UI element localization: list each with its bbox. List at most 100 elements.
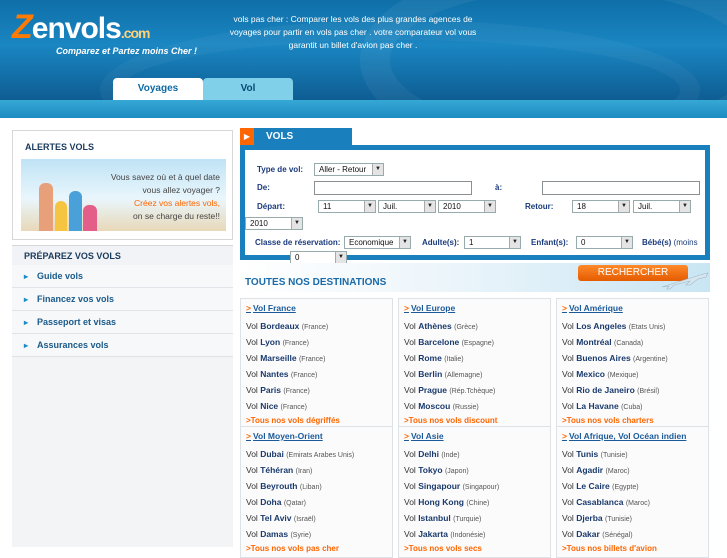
destination-link[interactable]: Vol Le Caire (Egypte): [562, 479, 704, 495]
chevron-down-icon: ▼: [424, 201, 435, 212]
destination-link[interactable]: Vol Tel Aviv (Israël): [246, 511, 388, 527]
destination-link[interactable]: Vol Tokyo (Japon): [404, 463, 546, 479]
from-label: De:: [257, 183, 270, 192]
class-label: Classe de réservation:: [255, 238, 341, 247]
sidebar-filler: [12, 357, 233, 547]
card-more-link[interactable]: >Tous nos vols pas cher: [246, 544, 388, 553]
card-title-link[interactable]: > Vol France: [246, 303, 388, 313]
vols-header-label: VOLS: [254, 128, 352, 145]
chevron-down-icon: ▼: [372, 164, 383, 175]
row-city: Bordeaux: [260, 321, 300, 331]
destination-link[interactable]: Vol Djerba (Tunisie): [562, 511, 704, 527]
destination-link[interactable]: Vol Lyon (France): [246, 335, 388, 351]
destination-link[interactable]: Vol Barcelone (Espagne): [404, 335, 546, 351]
to-input[interactable]: [542, 181, 700, 195]
destination-link[interactable]: Vol Delhi (Inde): [404, 447, 546, 463]
card-more-link[interactable]: >Tous nos vols charters: [562, 416, 704, 425]
destination-link[interactable]: Vol Montréal (Canada): [562, 335, 704, 351]
destination-link[interactable]: Vol Rome (Italie): [404, 351, 546, 367]
card-title-link[interactable]: > Vol Amérique: [562, 303, 704, 313]
row-country: (Maroc): [625, 500, 650, 507]
destination-link[interactable]: Vol Nice (France): [246, 399, 388, 415]
destination-link[interactable]: Vol Casablanca (Maroc): [562, 495, 704, 511]
children-select[interactable]: 0 ▼: [576, 236, 633, 249]
destination-link[interactable]: Vol Rio de Janeiro (Brésil): [562, 383, 704, 399]
destination-link[interactable]: Vol Moscou (Russie): [404, 399, 546, 415]
trip-type-select[interactable]: Aller - Retour ▼: [314, 163, 384, 176]
flight-search-form: Type de vol: Aller - Retour ▼ De: à: Dépa…: [240, 145, 710, 264]
return-day-select[interactable]: 18 ▼: [572, 200, 630, 213]
return-year-select[interactable]: 2010 ▼: [245, 217, 303, 230]
card-title-link[interactable]: > Vol Europe: [404, 303, 546, 313]
chevron-down-icon: ▼: [364, 201, 375, 212]
prepare-item-guide[interactable]: ▸ Guide vols: [12, 265, 233, 288]
card-title-text: Vol Moyen-Orient: [252, 431, 323, 441]
row-country: (Egypte): [612, 484, 639, 491]
destination-link[interactable]: Vol Damas (Syrie): [246, 527, 388, 543]
card-title-link[interactable]: > Vol Moyen-Orient: [246, 431, 388, 441]
destination-link[interactable]: Vol Mexico (Mexique): [562, 367, 704, 383]
chevron-right-icon: >: [562, 431, 567, 441]
site-logo[interactable]: Zenvols.com Comparez et Partez moins Che…: [12, 10, 198, 56]
destination-link[interactable]: Vol Athènes (Grèce): [404, 319, 546, 335]
row-prefix: Vol: [246, 401, 261, 411]
depart-month-value: Juil.: [383, 202, 398, 211]
destination-link[interactable]: Vol Agadir (Maroc): [562, 463, 704, 479]
card-title-link[interactable]: > Vol Asie: [404, 431, 546, 441]
depart-month-select[interactable]: Juil. ▼: [378, 200, 436, 213]
row-prefix: Vol: [404, 465, 419, 475]
prepare-item-insurance[interactable]: ▸ Assurances vols: [12, 334, 233, 357]
destination-link[interactable]: Vol Téhéran (Iran): [246, 463, 388, 479]
row-prefix: Vol: [562, 369, 577, 379]
arrow-right-icon: ▶: [240, 128, 254, 145]
card-more-link[interactable]: >Tous nos vols dégriffés: [246, 416, 388, 425]
destination-link[interactable]: Vol Bordeaux (France): [246, 319, 388, 335]
row-prefix: Vol: [562, 353, 577, 363]
destination-link[interactable]: Vol Dakar (Sénégal): [562, 527, 704, 543]
row-city: Delhi: [418, 449, 439, 459]
return-month-select[interactable]: Juil. ▼: [633, 200, 691, 213]
card-more-link[interactable]: >Tous nos vols discount: [404, 416, 546, 425]
prepare-item-finance[interactable]: ▸ Financez vos vols: [12, 288, 233, 311]
destination-link[interactable]: Vol Berlin (Allemagne): [404, 367, 546, 383]
class-select[interactable]: Economique ▼: [344, 236, 411, 249]
destination-link[interactable]: Vol La Havane (Cuba): [562, 399, 704, 415]
destination-link[interactable]: Vol Buenos Aires (Argentine): [562, 351, 704, 367]
destination-link[interactable]: Vol Hong Kong (Chine): [404, 495, 546, 511]
destination-link[interactable]: Vol Singapour (Singapour): [404, 479, 546, 495]
destination-link[interactable]: Vol Paris (France): [246, 383, 388, 399]
destination-link[interactable]: Vol Los Angeles (Etats Unis): [562, 319, 704, 335]
destination-link[interactable]: Vol Istanbul (Turquie): [404, 511, 546, 527]
alerts-create-link[interactable]: Créez vos alertes vols,: [90, 197, 220, 210]
card-more-link[interactable]: >Tous nos vols secs: [404, 544, 546, 553]
adults-select[interactable]: 1 ▼: [464, 236, 521, 249]
return-year-value: 2010: [250, 219, 268, 228]
row-city: Tokyo: [418, 465, 443, 475]
row-country: (Emirats Arabes Unis): [286, 452, 355, 459]
card-more-link[interactable]: >Tous nos billets d'avion: [562, 544, 704, 553]
depart-day-select[interactable]: 11 ▼: [318, 200, 376, 213]
row-prefix: Vol: [404, 513, 419, 523]
destination-link[interactable]: Vol Tunis (Tunisie): [562, 447, 704, 463]
prepare-item-passport[interactable]: ▸ Passeport et visas: [12, 311, 233, 334]
destination-link[interactable]: Vol Marseille (France): [246, 351, 388, 367]
destination-link[interactable]: Vol Beyrouth (Liban): [246, 479, 388, 495]
destination-link[interactable]: Vol Prague (Rép.Tchèque): [404, 383, 546, 399]
sub-nav-bar: [0, 100, 727, 118]
row-country: (France): [301, 324, 329, 331]
alerts-box[interactable]: ALERTES VOLS Vous savez où et à quel dat…: [12, 130, 233, 240]
row-city: Djerba: [576, 513, 603, 523]
tab-vol[interactable]: Vol: [203, 78, 293, 100]
destination-link[interactable]: Vol Dubai (Emirats Arabes Unis): [246, 447, 388, 463]
card-title-link[interactable]: > Vol Afrique, Vol Océan indien: [562, 431, 704, 441]
logo-text: envols: [31, 12, 122, 45]
destination-link[interactable]: Vol Doha (Qatar): [246, 495, 388, 511]
destination-link[interactable]: Vol Nantes (France): [246, 367, 388, 383]
depart-year-select[interactable]: 2010 ▼: [438, 200, 496, 213]
logo-tagline: Comparez et Partez moins Cher !: [56, 46, 198, 56]
row-country: (France): [298, 356, 326, 363]
from-input[interactable]: [314, 181, 472, 195]
intro-text: vols pas cher : Comparer les vols des pl…: [229, 14, 477, 50]
destination-link[interactable]: Vol Jakarta (Indonésie): [404, 527, 546, 543]
tab-voyages[interactable]: Voyages: [113, 78, 203, 100]
